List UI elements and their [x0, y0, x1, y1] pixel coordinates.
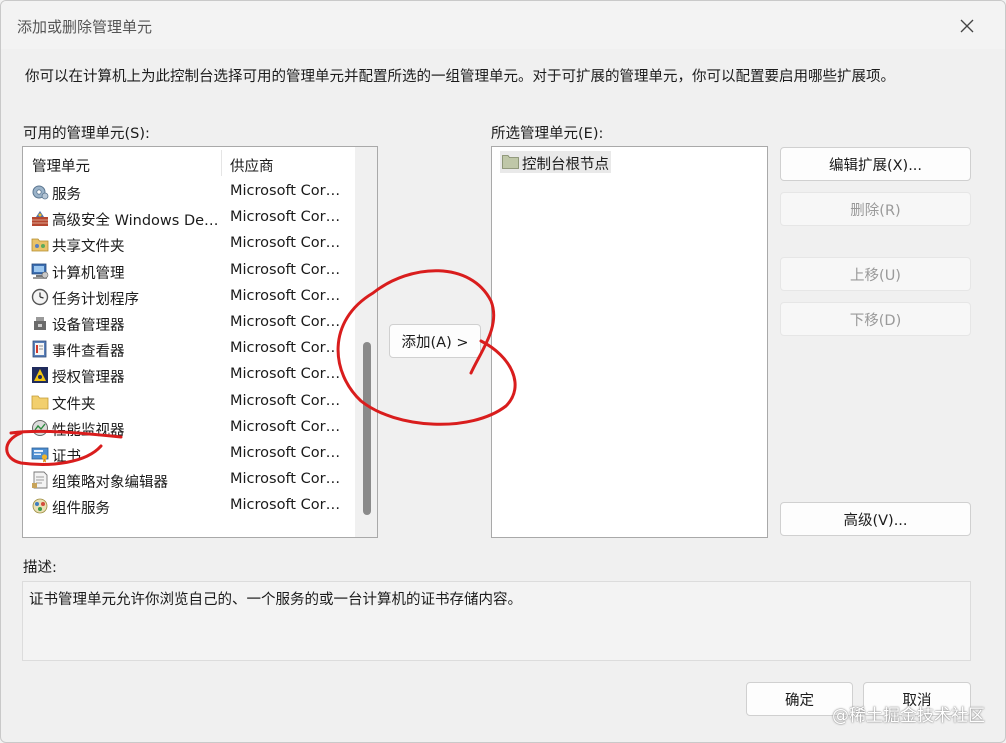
- certificate-icon: [31, 447, 49, 463]
- column-header-vendor[interactable]: 供应商: [230, 155, 274, 176]
- snapin-name: 组策略对象编辑器: [52, 475, 168, 492]
- snapin-name: 证书: [52, 448, 81, 465]
- snapin-name: 设备管理器: [52, 317, 125, 334]
- title-bar: 添加或删除管理单元: [1, 1, 1005, 49]
- component-services-icon: [32, 498, 48, 514]
- remove-button[interactable]: 删除(R): [780, 192, 971, 226]
- snapin-name: 高级安全 Windows Def...: [52, 213, 220, 230]
- snapin-rows: 服务 Microsoft Corp... 高级安全 Windows Def...…: [23, 179, 357, 519]
- snapin-name: 计算机管理: [52, 265, 125, 282]
- list-item[interactable]: 组件服务 Microsoft Corp...: [23, 493, 357, 519]
- firewall-icon: [32, 211, 48, 227]
- computer-management-icon: [31, 263, 49, 279]
- list-item[interactable]: 设备管理器 Microsoft Corp...: [23, 310, 357, 336]
- edit-extensions-button[interactable]: 编辑扩展(X)...: [780, 147, 971, 181]
- selected-snapins-tree[interactable]: 控制台根节点: [491, 146, 768, 538]
- advanced-button[interactable]: 高级(V)...: [780, 502, 971, 536]
- console-root-label: 控制台根节点: [522, 157, 609, 173]
- services-gear-icon: [32, 185, 49, 200]
- close-button[interactable]: [953, 12, 981, 40]
- list-item[interactable]: 计算机管理 Microsoft Corp...: [23, 258, 357, 284]
- console-root-node[interactable]: 控制台根节点: [500, 151, 611, 173]
- folder-icon: [31, 395, 49, 409]
- snapin-name: 任务计划程序: [52, 291, 139, 308]
- performance-icon: [32, 419, 48, 436]
- shared-folder-icon: [31, 238, 49, 252]
- instruction-text: 你可以在计算机上为此控制台选择可用的管理单元并配置所选的一组管理单元。对于可扩展…: [25, 69, 895, 85]
- snapin-vendor: Microsoft Corp...: [230, 497, 348, 514]
- snapin-name: 文件夹: [52, 396, 96, 413]
- vertical-scrollbar[interactable]: [355, 147, 377, 537]
- device-manager-icon: [34, 316, 46, 330]
- available-snapins-label: 可用的管理单元(S):: [23, 126, 150, 142]
- selected-snapins-label: 所选管理单元(E):: [491, 126, 604, 142]
- group-policy-icon: [32, 471, 48, 489]
- available-snapins-list[interactable]: 管理单元 供应商 服务 Microsoft Corp... 高级安全 Windo…: [22, 146, 378, 538]
- snapin-name: 共享文件夹: [52, 239, 125, 256]
- scrollbar-thumb[interactable]: [363, 342, 371, 515]
- add-remove-snapins-dialog: 添加或删除管理单元 你可以在计算机上为此控制台选择可用的管理单元并配置所选的一组…: [0, 0, 1006, 743]
- list-item[interactable]: 组策略对象编辑器 Microsoft Corp...: [23, 467, 357, 493]
- column-separator: [221, 150, 222, 176]
- snapin-vendor: Microsoft Corp...: [230, 444, 348, 461]
- snapin-vendor: Microsoft Corp...: [230, 366, 348, 383]
- column-header-snapin[interactable]: 管理单元: [32, 155, 90, 176]
- authorization-icon: [32, 367, 48, 384]
- list-item[interactable]: 共享文件夹 Microsoft Corp...: [23, 231, 357, 257]
- close-icon: [960, 19, 974, 33]
- move-down-button[interactable]: 下移(D): [780, 302, 971, 336]
- snapin-name: 性能监视器: [52, 422, 125, 439]
- description-text: 证书管理单元允许你浏览自己的、一个服务的或一台计算机的证书存储内容。: [29, 592, 522, 608]
- snapin-name: 事件查看器: [52, 344, 125, 361]
- clock-icon: [31, 288, 49, 305]
- description-label: 描述:: [23, 560, 57, 576]
- snapin-vendor: Microsoft Corp...: [230, 313, 348, 330]
- snapin-name: 授权管理器: [52, 370, 125, 387]
- list-item[interactable]: 性能监视器 Microsoft Corp...: [23, 415, 357, 441]
- snapin-vendor: Microsoft Corp...: [230, 209, 348, 226]
- snapin-vendor: Microsoft Corp...: [230, 287, 348, 304]
- snapin-vendor: Microsoft Corp...: [230, 340, 348, 357]
- list-item[interactable]: 证书 Microsoft Corp...: [23, 441, 357, 467]
- snapin-vendor: Microsoft Corp...: [230, 261, 348, 278]
- window-title: 添加或删除管理单元: [17, 18, 153, 36]
- list-item[interactable]: 服务 Microsoft Corp...: [23, 179, 357, 205]
- snapin-vendor: Microsoft Corp...: [230, 392, 348, 409]
- snapin-vendor: Microsoft Corp...: [230, 183, 348, 199]
- list-item[interactable]: 任务计划程序 Microsoft Corp...: [23, 284, 357, 310]
- snapin-vendor: Microsoft Corp...: [230, 471, 348, 488]
- description-box: 证书管理单元允许你浏览自己的、一个服务的或一台计算机的证书存储内容。: [22, 581, 971, 661]
- list-item[interactable]: 高级安全 Windows Def... Microsoft Corp...: [23, 205, 357, 231]
- snapin-vendor: Microsoft Corp...: [230, 418, 348, 435]
- add-button[interactable]: 添加(A) >: [389, 324, 481, 358]
- snapin-name: 服务: [52, 187, 81, 203]
- list-item[interactable]: 授权管理器 Microsoft Corp...: [23, 362, 357, 388]
- watermark: @稀土掘金技术社区: [832, 706, 985, 726]
- folder-icon: [502, 155, 519, 169]
- list-item[interactable]: 事件查看器 Microsoft Corp...: [23, 336, 357, 362]
- snapin-name: 组件服务: [52, 501, 110, 518]
- list-item[interactable]: 文件夹 Microsoft Corp...: [23, 389, 357, 415]
- event-viewer-icon: [32, 340, 47, 358]
- move-up-button[interactable]: 上移(U): [780, 257, 971, 291]
- snapin-vendor: Microsoft Corp...: [230, 235, 348, 252]
- list-header: 管理单元 供应商: [23, 147, 357, 179]
